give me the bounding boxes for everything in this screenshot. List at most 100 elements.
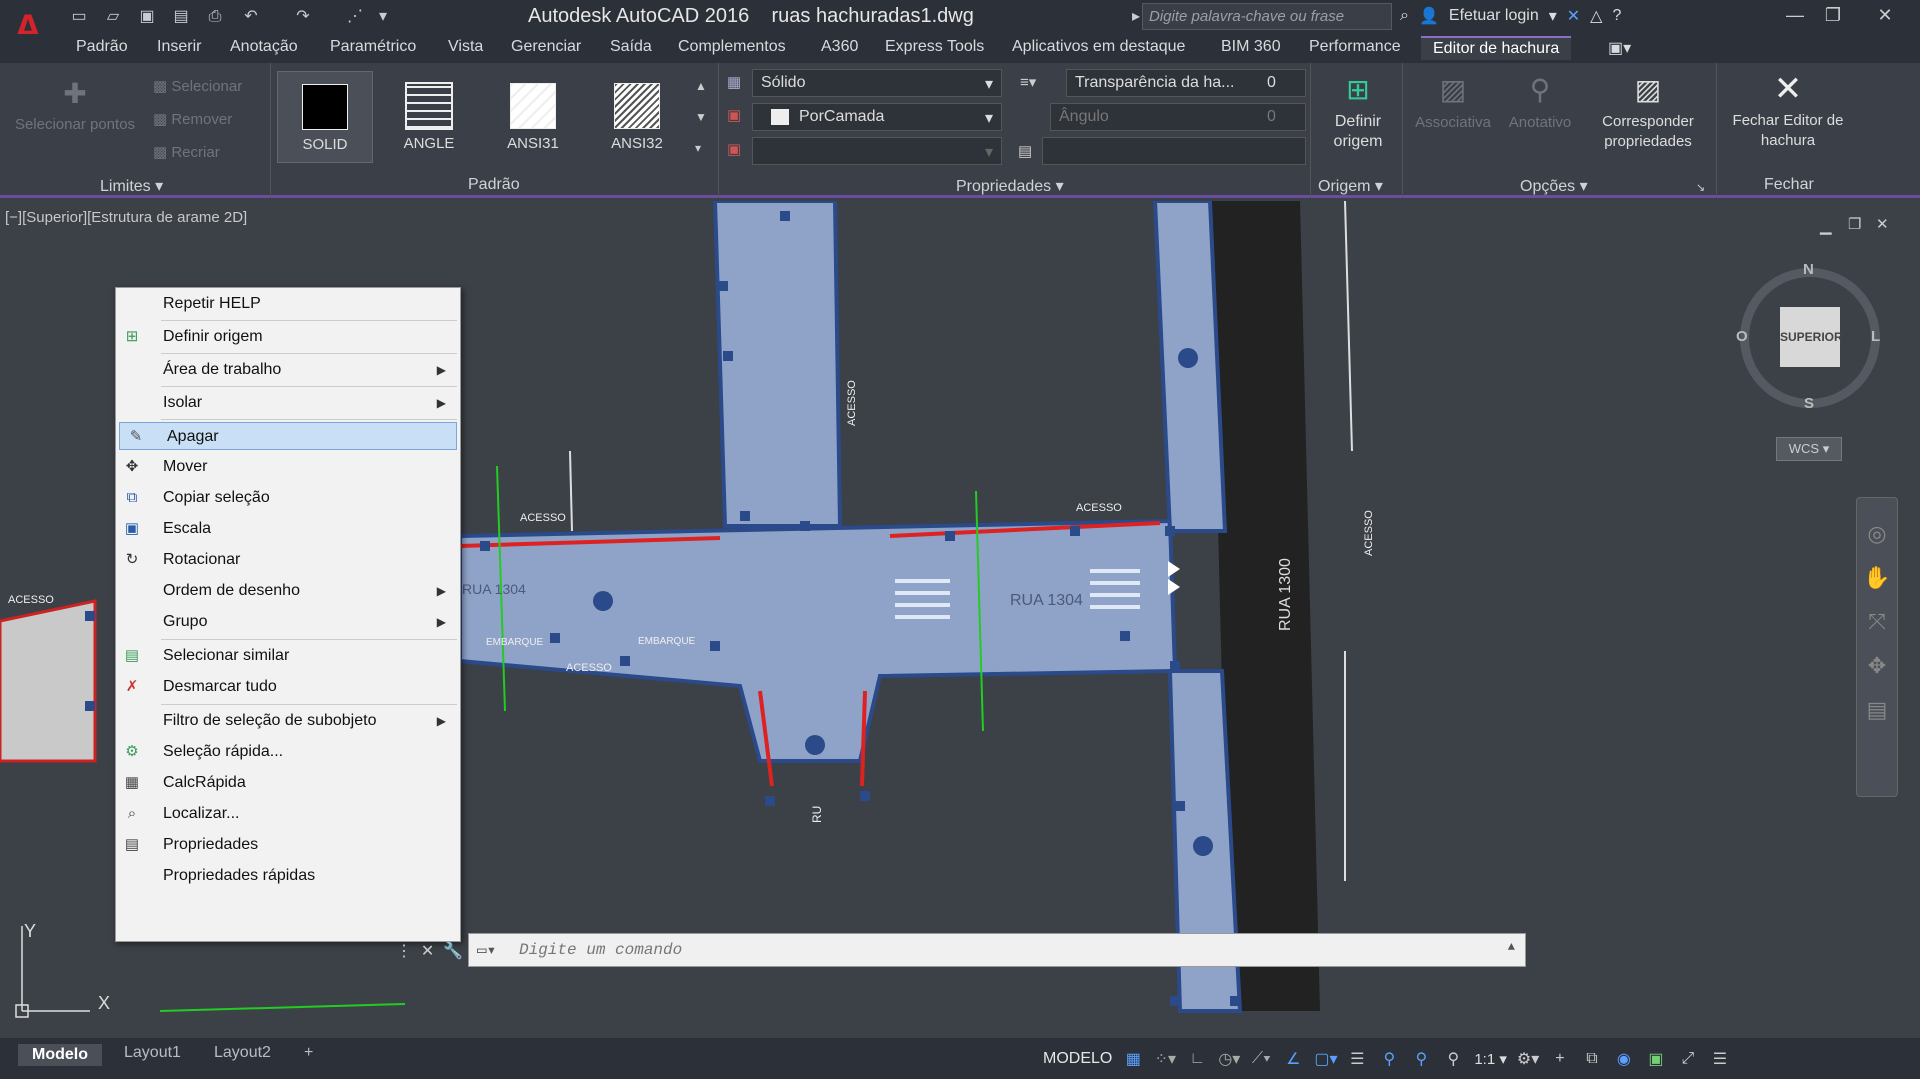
hardware-acceleration-icon[interactable]: ▣ <box>1645 1049 1667 1069</box>
new-file-icon[interactable]: ▭ <box>68 6 90 28</box>
grip-icon[interactable]: ⋮ <box>396 943 412 960</box>
tab-editor-hachura[interactable]: Editor de hachura <box>1421 36 1572 60</box>
menu-item-workspace[interactable]: Área de trabalho ▶ <box>116 356 460 384</box>
tab-layout2[interactable]: Layout2 <box>214 1044 271 1062</box>
undo-icon[interactable]: ↶ <box>240 6 262 28</box>
lineweight-icon[interactable]: ☰ <box>1346 1049 1368 1069</box>
panel-propriedades[interactable]: Propriedades ▾ <box>956 176 1064 196</box>
tab-performance[interactable]: Performance <box>1309 38 1401 56</box>
menu-item-find[interactable]: ⌕ Localizar... <box>116 800 460 828</box>
angle-field[interactable]: Ângulo 0 <box>1050 103 1306 131</box>
workspace-gear-icon[interactable]: ⚙▾ <box>1517 1049 1539 1069</box>
close-command-icon[interactable]: ✕ <box>421 943 434 960</box>
a360-icon[interactable]: △ <box>1590 6 1602 26</box>
menu-item-properties[interactable]: ▤ Propriedades <box>116 831 460 859</box>
panel-origem[interactable]: Origem ▾ <box>1318 176 1383 196</box>
scale-field[interactable] <box>1042 137 1306 165</box>
add-layout-icon[interactable]: + <box>304 1044 313 1062</box>
login-button[interactable]: Efetuar login <box>1449 7 1539 25</box>
tab-express-tools[interactable]: Express Tools <box>885 38 984 56</box>
tab-layout1[interactable]: Layout1 <box>124 1044 181 1062</box>
command-input[interactable]: ▭▾ Digite um comando ▲ <box>468 933 1526 967</box>
menu-item-scale[interactable]: ▣ Escala <box>116 515 460 543</box>
redo-icon[interactable]: ↷ <box>292 6 314 28</box>
help-icon[interactable]: ? <box>1612 7 1621 25</box>
showmotion-icon[interactable]: ▤ <box>1857 688 1897 732</box>
pattern-scroll[interactable]: ▲ ▼ ▾ <box>695 71 707 164</box>
save-as-icon[interactable]: ▤ <box>170 6 192 28</box>
ortho-icon[interactable]: ∟ <box>1186 1050 1208 1068</box>
annotation-scale-select[interactable]: 1:1 ▾ <box>1474 1050 1507 1068</box>
tab-aplicativos[interactable]: Aplicativos em destaque <box>1012 38 1185 56</box>
customize-quick-access-icon[interactable]: ▾ <box>372 6 394 28</box>
panel-opcoes[interactable]: Opções ▾ <box>1520 176 1588 196</box>
compass-north[interactable]: N <box>1803 261 1814 278</box>
save-icon[interactable]: ▣ <box>136 6 158 28</box>
hatch-color-select[interactable]: PorCamada ▾ <box>752 103 1002 131</box>
tab-saida[interactable]: Saída <box>610 38 652 56</box>
pattern-ansi32[interactable]: ANSI32 <box>589 71 685 163</box>
compass-south[interactable]: S <box>1804 395 1814 412</box>
menu-item-draw-order[interactable]: Ordem de desenho ▶ <box>116 577 460 605</box>
menu-item-group[interactable]: Grupo ▶ <box>116 608 460 636</box>
object-snap-tracking-icon[interactable]: ∠ <box>1282 1049 1304 1069</box>
menu-item-set-origin[interactable]: ⊞ Definir origem <box>116 323 460 351</box>
menu-item-copy-selection[interactable]: ⧉ Copiar seleção <box>116 484 460 512</box>
viewcube-top[interactable]: SUPERIOR <box>1780 307 1843 367</box>
menu-item-subobject-filter[interactable]: Filtro de seleção de subobjeto ▶ <box>116 707 460 735</box>
navigation-bar[interactable]: ◎ ✋ ⤧ ✥ ▤ <box>1856 497 1898 797</box>
pattern-solid[interactable]: SOLID <box>277 71 373 163</box>
menu-item-quick-properties[interactable]: Propriedades rápidas <box>116 862 460 890</box>
isolate-objects-icon[interactable]: ◉ <box>1613 1049 1635 1069</box>
chevron-down-icon[interactable]: ▾ <box>1549 6 1557 26</box>
polar-icon[interactable]: ◷▾ <box>1218 1049 1240 1069</box>
share-icon[interactable]: ⋰ <box>344 6 366 28</box>
tab-modelo[interactable]: Modelo <box>18 1044 102 1066</box>
orbit-icon[interactable]: ✥ <box>1857 644 1897 688</box>
menu-item-deselect-all[interactable]: ✗ Desmarcar tudo <box>116 673 460 701</box>
customize-command-icon[interactable]: 🔧 <box>443 943 463 960</box>
isodraft-icon[interactable]: ⟋▾ <box>1250 1050 1272 1068</box>
tab-gerenciar[interactable]: Gerenciar <box>511 38 581 56</box>
annotative-button[interactable]: ⚲ Anotativo <box>1495 73 1585 131</box>
pattern-angle[interactable]: ANGLE <box>381 71 477 163</box>
layer-icon[interactable]: ≡▾ <box>1020 73 1036 91</box>
model-space-button[interactable]: MODELO <box>1043 1050 1112 1068</box>
object-snap-icon[interactable]: ▢▾ <box>1314 1049 1337 1069</box>
ribbon-options-icon[interactable]: ▣▾ <box>1608 38 1631 58</box>
tab-parametrico[interactable]: Paramétrico <box>330 38 416 56</box>
menu-item-rotate[interactable]: ↻ Rotacionar <box>116 546 460 574</box>
select-button[interactable]: ▩ Selecionar <box>153 77 242 95</box>
compass-west[interactable]: O <box>1736 328 1748 345</box>
command-prompt-icon[interactable]: ▭▾ <box>477 940 496 960</box>
steering-wheel-icon[interactable]: ◎ <box>1857 512 1897 556</box>
dialog-launcher-icon[interactable]: ↘ <box>1696 181 1705 194</box>
annotation-monitor-icon[interactable]: + <box>1549 1050 1571 1068</box>
clean-screen-icon[interactable]: ⤢ <box>1677 1050 1699 1068</box>
tab-inserir[interactable]: Inserir <box>157 38 201 56</box>
zoom-icon[interactable]: ⤧ <box>1857 600 1897 644</box>
search-input[interactable]: Digite palavra-chave ou frase <box>1142 3 1392 30</box>
background-color-select[interactable]: ▾ <box>752 137 1002 165</box>
menu-item-quickcalc[interactable]: ▦ CalcRápida <box>116 769 460 797</box>
associative-button[interactable]: ▨ Associativa <box>1408 73 1498 131</box>
restore-icon[interactable]: ❐ <box>1814 0 1852 30</box>
tab-complementos[interactable]: Complementos <box>678 38 786 56</box>
menu-item-quick-select[interactable]: ⚙ Seleção rápida... <box>116 738 460 766</box>
pan-icon[interactable]: ✋ <box>1857 556 1897 600</box>
tab-bim360[interactable]: BIM 360 <box>1221 38 1281 56</box>
grid-icon[interactable]: ▦ <box>1122 1049 1144 1069</box>
menu-item-erase[interactable]: ✎ Apagar <box>119 422 457 450</box>
hatch-type-select[interactable]: Sólido ▾ <box>752 69 1002 97</box>
exchange-icon[interactable]: ✕ <box>1567 6 1580 26</box>
snap-icon[interactable]: ⁘▾ <box>1154 1049 1176 1069</box>
compass-east[interactable]: L <box>1871 328 1880 345</box>
close-icon[interactable]: ✕ <box>1866 0 1904 30</box>
open-file-icon[interactable]: ▱ <box>102 6 124 28</box>
annotation-visibility-icon[interactable]: ⚲ <box>1378 1049 1400 1069</box>
recreate-button[interactable]: ▩ Recriar <box>153 143 220 161</box>
match-properties-button[interactable]: ▨ Corresponder propriedades <box>1592 73 1704 152</box>
tab-a360[interactable]: A360 <box>821 38 858 56</box>
minimize-icon[interactable]: — <box>1776 0 1814 30</box>
tab-vista[interactable]: Vista <box>448 38 483 56</box>
